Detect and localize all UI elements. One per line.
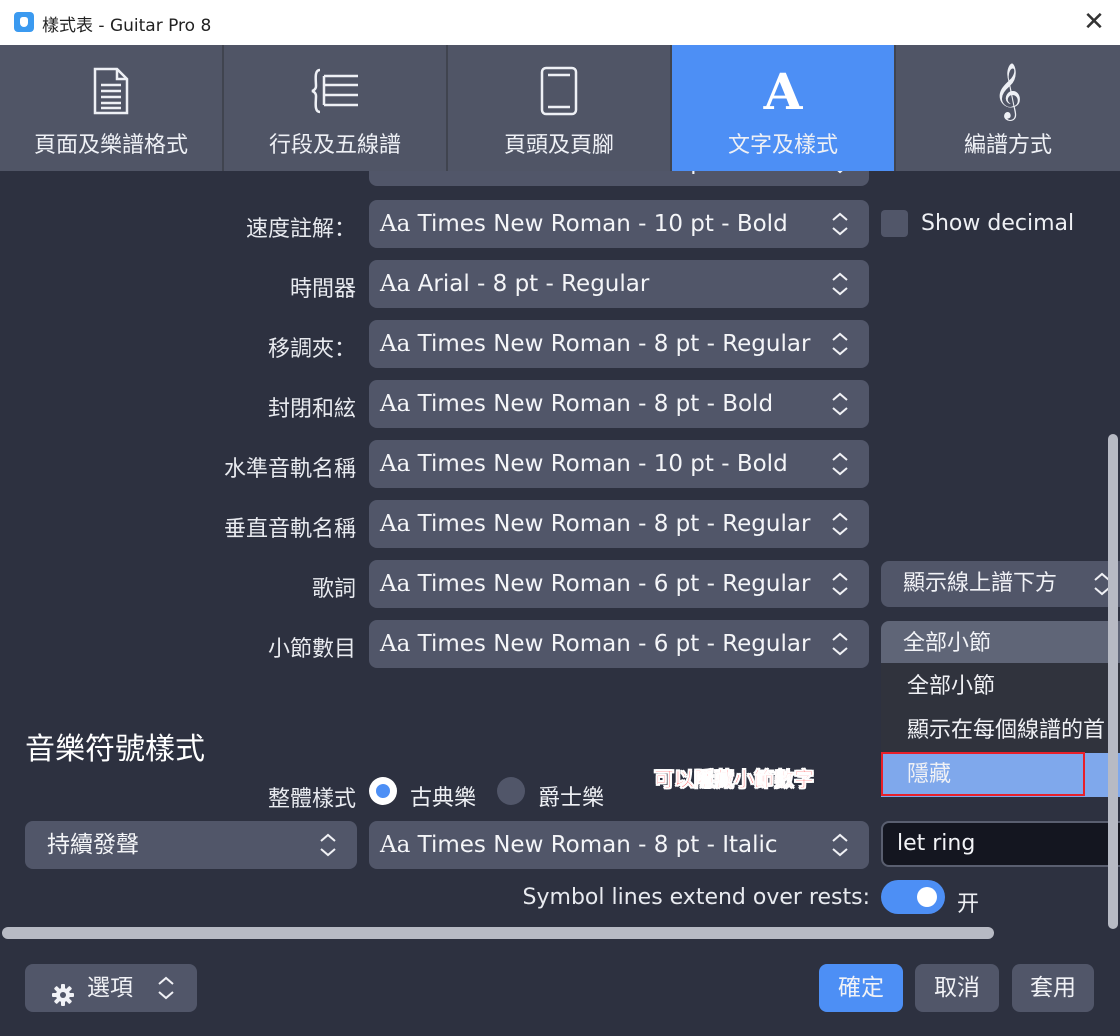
tab-label: 文字及樣式: [727, 133, 838, 158]
dropdown-option-first-of-system[interactable]: 顯示在每個線譜的首: [881, 709, 1120, 753]
cancel-button[interactable]: 取消: [915, 964, 999, 1012]
chevron-updown-icon: [831, 452, 849, 476]
apply-button[interactable]: 套用: [1012, 964, 1094, 1012]
options-button[interactable]: 選項: [25, 964, 197, 1012]
page-icon: [0, 63, 222, 119]
annotation-highlight-box: [881, 752, 1085, 796]
font-select-horizontal-track[interactable]: Aa Times New Roman - 10 pt - Bold: [369, 440, 869, 488]
row-label-horizontal-track: 水準音軌名稱: [223, 457, 356, 482]
radio-classical-label: 古典樂: [410, 786, 477, 811]
chevron-updown-icon: [831, 272, 849, 296]
dropdown-option-all-bars[interactable]: 全部小節: [881, 665, 1120, 709]
tab-notation[interactable]: 𝄞 編譜方式: [896, 45, 1120, 171]
chevron-updown-icon: [831, 171, 849, 174]
symbol-select[interactable]: 持續發聲: [25, 821, 357, 869]
ok-button[interactable]: 確定: [819, 964, 903, 1012]
tab-page-format[interactable]: 頁面及樂譜格式: [0, 45, 224, 171]
show-decimal-label: Show decimal: [921, 211, 1075, 236]
tab-systems-staves[interactable]: 行段及五線譜: [224, 45, 448, 171]
radio-classical[interactable]: [369, 777, 397, 805]
dialog-footer: 選項 確定 取消 套用: [0, 941, 1120, 1036]
chevron-updown-icon: [831, 332, 849, 356]
tab-label: 頁面及樂譜格式: [33, 133, 188, 158]
font-select-partial[interactable]: Aa Times New Roman - 10 pt - Bold: [369, 171, 869, 186]
annotation-text: 可以隱藏小節數字: [654, 767, 815, 792]
font-select-timer[interactable]: Aa Arial - 8 pt - Regular: [369, 260, 869, 308]
staff-brace-icon: [224, 63, 446, 119]
guitar-pro-logo-icon: [14, 12, 34, 32]
row-label-capo: 移調夾：: [267, 337, 356, 362]
font-select-vertical-track[interactable]: Aa Times New Roman - 8 pt - Regular: [369, 500, 869, 548]
tab-label: 行段及五線譜: [268, 133, 401, 158]
font-select-bar-numbers[interactable]: Aa Times New Roman - 6 pt - Regular: [369, 620, 869, 668]
style-label: 整體樣式: [267, 787, 356, 812]
settings-content: Aa Times New Roman - 10 pt - Bold 速度註解： …: [0, 171, 1120, 941]
show-decimal-checkbox[interactable]: [881, 210, 908, 237]
row-label-vertical-track: 垂直音軌名稱: [223, 517, 356, 542]
lyrics-position-select[interactable]: 顯示線上譜下方: [881, 561, 1120, 607]
vertical-scrollbar-thumb[interactable]: [1108, 434, 1118, 929]
font-select-capo[interactable]: Aa Times New Roman - 8 pt - Regular: [369, 320, 869, 368]
chevron-updown-icon: [831, 392, 849, 416]
section-title: 音樂符號樣式: [25, 732, 205, 767]
tab-header-footer[interactable]: 頁頭及頁腳: [448, 45, 672, 171]
rests-toggle-label: Symbol lines extend over rests:: [522, 885, 870, 910]
font-select-tempo[interactable]: Aa Times New Roman - 10 pt - Bold: [369, 200, 869, 248]
tab-bar: 頁面及樂譜格式 行段及五線譜 頁頭及頁腳 A 文字及樣式 𝄞 編譜方式: [0, 45, 1120, 171]
close-icon[interactable]: ✕: [1080, 8, 1108, 36]
horizontal-scrollbar-thumb[interactable]: [2, 927, 994, 939]
chevron-updown-icon: [157, 976, 175, 1000]
options-label: 選項: [87, 975, 133, 1001]
chevron-updown-icon: [831, 833, 849, 857]
window-title: 樣式表 - Guitar Pro 8: [42, 16, 212, 36]
header-footer-icon: [448, 63, 670, 119]
letter-a-icon: A: [763, 61, 803, 121]
row-label-lyrics: 歌詞: [311, 577, 356, 602]
treble-clef-icon: 𝄞: [993, 62, 1023, 119]
tab-label: 頁頭及頁腳: [503, 133, 614, 158]
radio-jazz-label: 爵士樂: [538, 786, 605, 811]
row-label-bar-numbers: 小節數目: [267, 637, 356, 662]
row-label-tempo: 速度註解：: [245, 217, 356, 242]
title-bar: 樣式表 - Guitar Pro 8 ✕: [0, 0, 1120, 45]
tab-text-styles[interactable]: A 文字及樣式: [672, 45, 896, 171]
row-label-timer: 時間器: [289, 277, 356, 302]
font-select-symbol[interactable]: Aa Times New Roman - 8 pt - Italic: [369, 821, 869, 869]
chevron-updown-icon: [831, 212, 849, 236]
chevron-updown-icon: [319, 833, 337, 857]
rests-toggle-switch[interactable]: [881, 880, 945, 914]
gear-icon: [51, 976, 75, 1006]
font-select-barre[interactable]: Aa Times New Roman - 8 pt - Bold: [369, 380, 869, 428]
radio-jazz[interactable]: [497, 777, 525, 805]
row-label-barre: 封閉和絃: [267, 397, 356, 422]
bar-numbers-select[interactable]: 全部小節: [881, 621, 1120, 667]
symbol-text-input[interactable]: let ring: [881, 821, 1120, 867]
chevron-updown-icon: [831, 572, 849, 596]
tab-label: 編譜方式: [963, 133, 1052, 158]
chevron-updown-icon: [831, 632, 849, 656]
chevron-updown-icon: [831, 512, 849, 536]
rests-toggle-state: 开: [957, 892, 980, 917]
font-select-lyrics[interactable]: Aa Times New Roman - 6 pt - Regular: [369, 560, 869, 608]
